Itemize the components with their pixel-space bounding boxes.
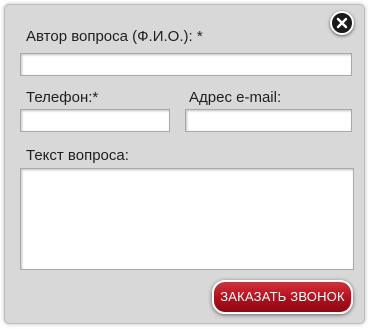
email-field[interactable] <box>185 109 352 132</box>
close-icon <box>336 17 348 29</box>
phone-field[interactable] <box>20 109 170 132</box>
question-label: Текст вопроса: <box>26 147 129 164</box>
question-textarea[interactable] <box>20 168 354 270</box>
order-call-button[interactable]: ЗАКАЗАТЬ ЗВОНОК <box>212 280 353 314</box>
close-button[interactable] <box>330 11 354 35</box>
author-field[interactable] <box>20 53 352 76</box>
phone-label: Телефон:* <box>26 89 99 106</box>
email-label: Адрес e-mail: <box>189 89 282 106</box>
author-label: Автор вопроса (Ф.И.О.): * <box>26 28 203 45</box>
question-dialog: Автор вопроса (Ф.И.О.): * Телефон:* Адре… <box>4 4 365 324</box>
